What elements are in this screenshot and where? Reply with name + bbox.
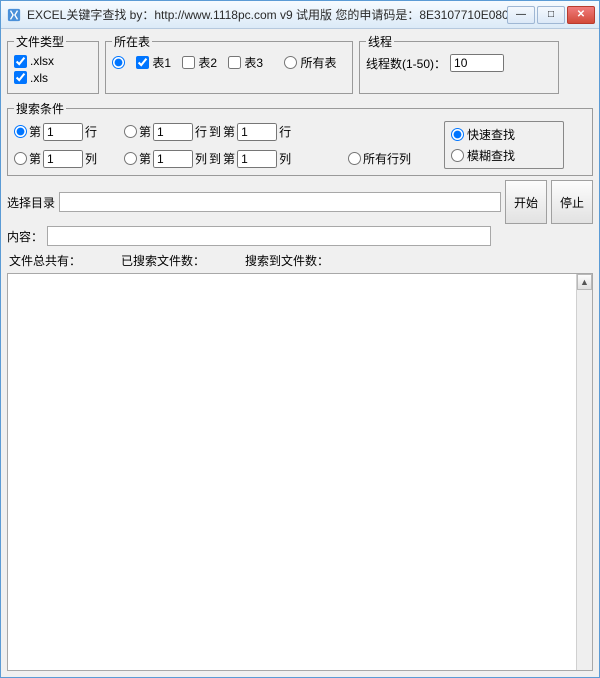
- stop-button[interactable]: 停止: [551, 180, 593, 224]
- xls-checkbox[interactable]: .xls: [14, 71, 48, 85]
- threads-group: 线程 线程数(1-50)：: [359, 33, 559, 94]
- fuzzy-search-radio[interactable]: 模糊查找: [451, 147, 549, 164]
- top-row: 文件类型 .xlsx .xls 所在表 表1 表2 表3 所有表 线程 线程数(…: [7, 33, 593, 94]
- table3-checkbox[interactable]: 表3: [228, 54, 263, 71]
- app-icon: [7, 8, 21, 22]
- col-to-input[interactable]: [237, 150, 277, 168]
- results-area[interactable]: ▲: [7, 273, 593, 671]
- threads-legend: 线程: [366, 33, 394, 50]
- app-window: EXCEL关键字查找 by：http://www.1118pc.com v9 试…: [0, 0, 600, 678]
- directory-label: 选择目录: [7, 194, 55, 211]
- start-button[interactable]: 开始: [505, 180, 547, 224]
- status-searched: 已搜索文件数：: [121, 252, 205, 269]
- content-row: 内容：: [7, 226, 593, 246]
- search-legend: 搜索条件: [14, 100, 66, 117]
- tables-legend: 所在表: [112, 33, 152, 50]
- tables-group: 所在表 表1 表2 表3 所有表: [105, 33, 353, 94]
- fast-search-radio[interactable]: 快速查找: [451, 126, 549, 143]
- minimize-button[interactable]: —: [507, 6, 535, 24]
- row-range-option[interactable]: 第 行 到 第 行: [124, 123, 342, 141]
- content-label: 内容：: [7, 228, 43, 245]
- maximize-button[interactable]: □: [537, 6, 565, 24]
- threads-label: 线程数(1-50)：: [366, 55, 446, 72]
- row-single-input[interactable]: [43, 123, 83, 141]
- table1-checkbox[interactable]: 表1: [136, 54, 171, 71]
- single-row-option[interactable]: 第 行: [14, 123, 118, 141]
- client-area: 文件类型 .xlsx .xls 所在表 表1 表2 表3 所有表 线程 线程数(…: [1, 29, 599, 677]
- row-to-input[interactable]: [237, 123, 277, 141]
- all-rowcol-option[interactable]: 所有行列: [348, 150, 438, 167]
- status-found: 搜索到文件数：: [245, 252, 329, 269]
- table2-checkbox[interactable]: 表2: [182, 54, 217, 71]
- row-from-input[interactable]: [153, 123, 193, 141]
- scrollbar[interactable]: ▲: [576, 274, 592, 670]
- xlsx-checkbox[interactable]: .xlsx: [14, 54, 54, 68]
- tables-mode-select[interactable]: [112, 56, 125, 69]
- col-single-input[interactable]: [43, 150, 83, 168]
- status-total: 文件总共有：: [9, 252, 81, 269]
- filetype-group: 文件类型 .xlsx .xls: [7, 33, 99, 94]
- col-range-option[interactable]: 第 列 到 第 列: [124, 150, 342, 168]
- search-group: 搜索条件 第 行 第 行 到 第 行: [7, 100, 593, 176]
- directory-input[interactable]: [59, 192, 501, 212]
- single-col-option[interactable]: 第 列: [14, 150, 118, 168]
- titlebar: EXCEL关键字查找 by：http://www.1118pc.com v9 试…: [1, 1, 599, 29]
- content-input[interactable]: [47, 226, 491, 246]
- window-title: EXCEL关键字查找 by：http://www.1118pc.com v9 试…: [27, 6, 507, 23]
- filetype-legend: 文件类型: [14, 33, 66, 50]
- close-button[interactable]: ✕: [567, 6, 595, 24]
- threads-input[interactable]: [450, 54, 504, 72]
- scroll-up-icon[interactable]: ▲: [577, 274, 592, 290]
- window-buttons: — □ ✕: [507, 6, 595, 24]
- status-line: 文件总共有： 已搜索文件数： 搜索到文件数：: [7, 250, 593, 271]
- col-from-input[interactable]: [153, 150, 193, 168]
- directory-row: 选择目录 开始 停止: [7, 180, 593, 224]
- all-tables-radio[interactable]: 所有表: [284, 54, 336, 71]
